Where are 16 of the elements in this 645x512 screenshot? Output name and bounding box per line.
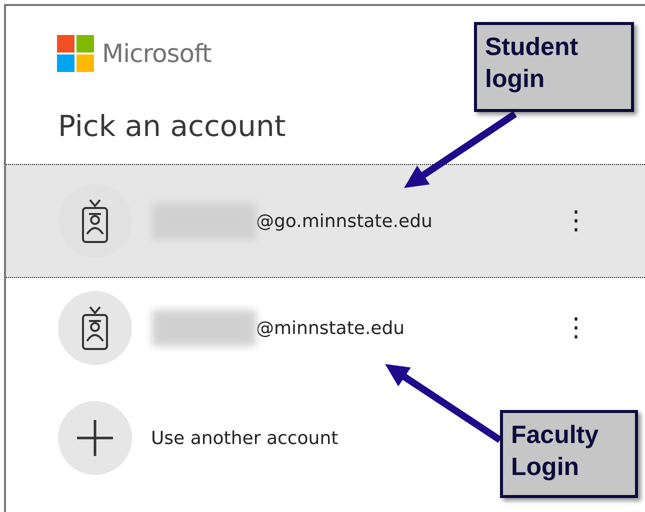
brand-name: Microsoft (102, 39, 212, 68)
account-row[interactable]: @go.minnstate.edu ⋮ (6, 164, 645, 278)
add-account-label: Use another account (151, 428, 338, 448)
id-badge-icon (80, 198, 110, 244)
callout-label: Faculty Login (500, 410, 638, 498)
account-row[interactable]: @minnstate.edu ⋮ (6, 278, 645, 378)
plus-icon (75, 418, 115, 458)
more-options-button[interactable]: ⋮ (557, 313, 595, 343)
add-account-row[interactable]: Use another account (6, 378, 358, 498)
page-title: Pick an account (58, 108, 287, 145)
callout-label: Student login (474, 22, 634, 112)
account-email: @minnstate.edu (256, 318, 405, 338)
more-options-button[interactable]: ⋮ (557, 206, 595, 236)
logo-icon (57, 35, 94, 72)
id-badge-icon (80, 305, 110, 351)
account-email: @go.minnstate.edu (256, 210, 432, 232)
